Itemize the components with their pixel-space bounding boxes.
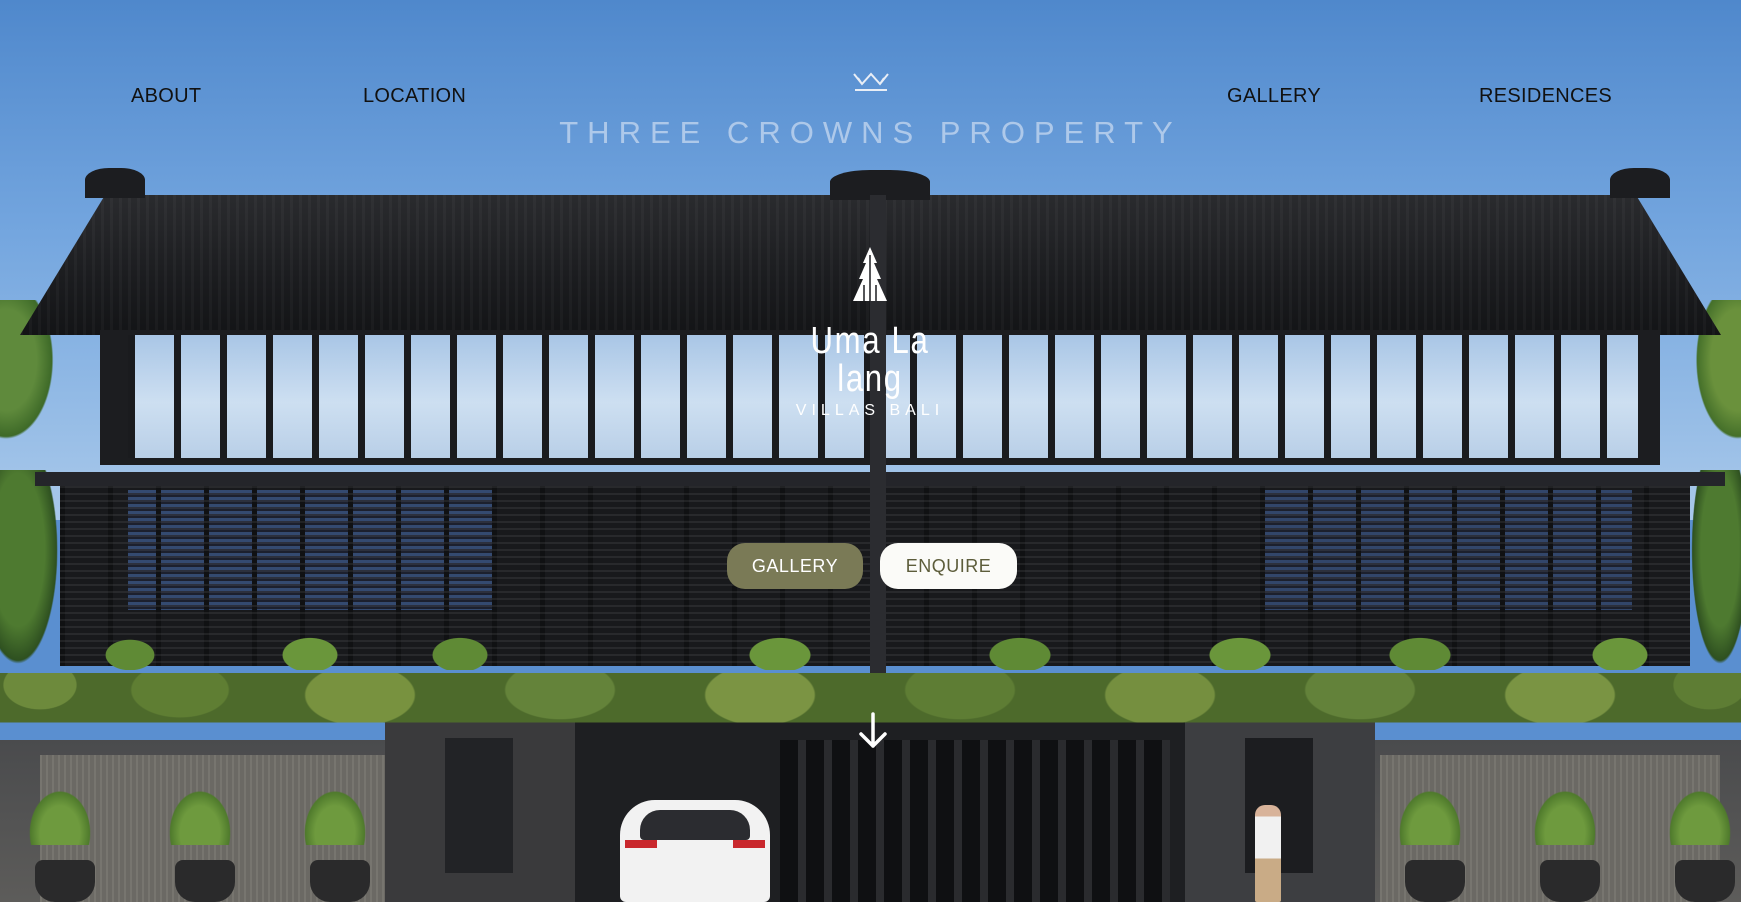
carved-gate <box>780 740 1170 902</box>
potted-plant <box>1395 785 1465 845</box>
plant-pot <box>1405 860 1465 902</box>
potted-plant <box>1665 785 1735 845</box>
gallery-button[interactable]: GALLERY <box>727 543 863 589</box>
crown-icon <box>852 72 889 91</box>
balcony-plants <box>60 610 1690 670</box>
roof-ornament-left <box>85 168 145 198</box>
brand-name: THREE CROWNS PROPERTY <box>559 115 1182 150</box>
villa-name: Uma La lang <box>810 320 930 400</box>
villa-logo: Uma La lang VILLAS BALI <box>770 245 970 420</box>
pagoda-icon <box>853 247 887 301</box>
tree-right <box>1690 470 1741 670</box>
plant-pot <box>35 860 95 902</box>
car-window <box>640 810 750 840</box>
door-left <box>445 738 513 873</box>
brand-logo[interactable]: THREE CROWNS PROPERTY <box>0 70 1741 150</box>
potted-plant <box>25 785 95 845</box>
car-taillight-right <box>733 840 765 848</box>
tree-left <box>0 470 60 670</box>
plant-pot <box>310 860 370 902</box>
roof-ornament-right <box>1610 168 1670 198</box>
villa-subtitle: VILLAS BALI <box>795 402 945 419</box>
car-taillight-left <box>625 840 657 848</box>
plant-pot <box>1675 860 1735 902</box>
enquire-button[interactable]: ENQUIRE <box>880 543 1017 589</box>
arrow-down-icon[interactable] <box>858 712 888 750</box>
plant-pot <box>1540 860 1600 902</box>
potted-plant <box>1530 785 1600 845</box>
potted-plant <box>300 785 370 845</box>
person <box>1255 805 1281 902</box>
plant-pot <box>175 860 235 902</box>
potted-plant <box>165 785 235 845</box>
